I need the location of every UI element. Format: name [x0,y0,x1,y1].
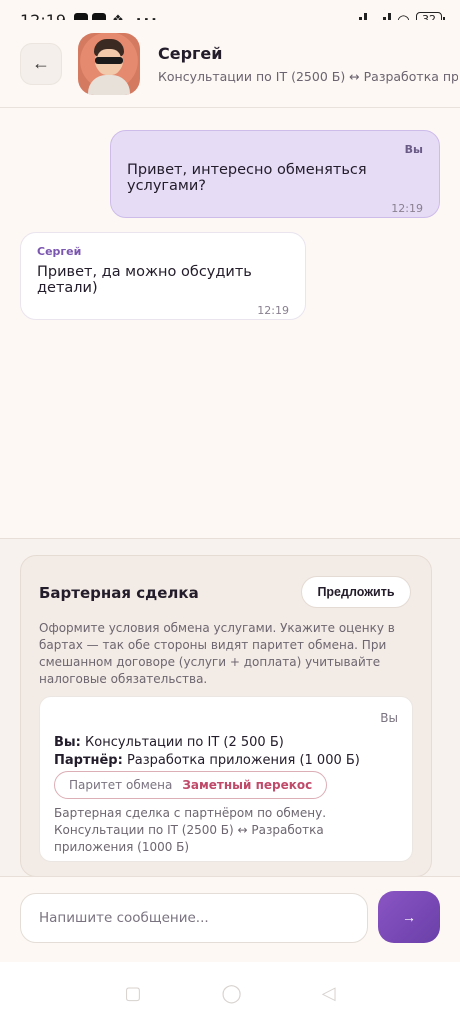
circle-icon[interactable]: ◯ [222,983,242,1004]
offer-you-line: Вы: Консультации по IT (2 500 Б) [54,735,284,750]
offer-partner-value: Разработка приложения (1 000 Б) [126,753,360,768]
offer-author: Вы [380,711,398,725]
message-text: Привет, да можно обсудить детали) [37,264,252,296]
avatar[interactable] [78,32,140,95]
offer-note: Бартерная сделка с партнёром по обмену. … [54,806,327,854]
parity-label: Паритет обмена [69,778,173,792]
deal-summary: Консультации по IT (2500 Б) ↔ Разработка… [158,68,458,84]
message-incoming: Сергей Привет, да можно обсудить детали)… [20,232,306,320]
deal-title: Бартерная сделка [39,584,199,602]
message-list[interactable]: Вы Привет, интересно обменяться услугами… [0,108,460,540]
message-input[interactable] [20,893,368,943]
message-time: 12:19 [391,202,423,215]
message-sender: Вы [404,143,423,156]
offer-you-value: Консультации по IT (2 500 Б) [85,735,284,750]
message-text: Привет, интересно обменяться услугами? [127,162,367,194]
parity-status: Заметный перекос [182,778,313,792]
offer-partner-label: Партнёр: [54,753,123,768]
contact-name: Сергей [158,43,223,63]
send-button[interactable]: → [378,891,440,943]
parity-badge: Паритет обмена Заметный перекос [54,771,328,799]
offer-you-label: Вы: [54,735,81,750]
deal-description: Оформите условия обмена услугами. Укажит… [39,621,395,686]
offer-card: Вы Вы: Консультации по IT (2 500 Б) Парт… [39,696,413,862]
square-icon[interactable]: ▢ [124,983,141,1004]
message-time: 12:19 [257,304,289,317]
barter-deal-card: Бартерная сделка Предложить Оформите усл… [20,555,432,877]
arrow-left-icon: ← [32,53,50,73]
composer: → [0,876,460,962]
back-button[interactable]: ← [20,42,62,85]
propose-button[interactable]: Предложить [301,576,411,608]
system-nav-bar: ▢ ◯ ◁ [0,962,460,1024]
chat-header: ← Сергей Консультации по IT (2500 Б) ↔ Р… [0,20,460,108]
deal-panel: Бартерная сделка Предложить Оформите усл… [0,538,460,878]
triangle-back-icon[interactable]: ◁ [322,983,336,1004]
message-outgoing: Вы Привет, интересно обменяться услугами… [110,130,440,218]
message-sender: Сергей [37,245,82,258]
arrow-right-icon: → [402,909,416,925]
header-text: Сергей Консультации по IT (2500 Б) ↔ Раз… [158,44,458,84]
offer-partner-line: Партнёр: Разработка приложения (1 000 Б) [54,753,360,768]
